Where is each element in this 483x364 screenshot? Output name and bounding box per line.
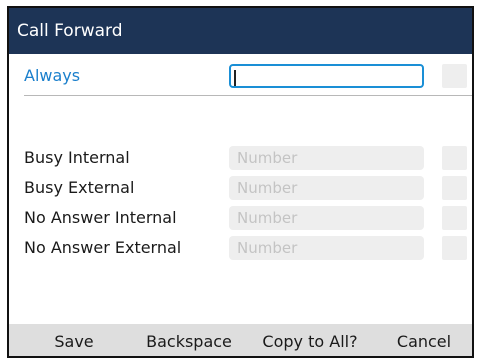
busy-internal-label: Busy Internal — [24, 148, 130, 167]
phone-screen: Call Forward Always Busy Internal Number… — [7, 6, 474, 358]
text-cursor — [234, 69, 236, 86]
softkey-bar: Save Backspace Copy to All? Cancel — [9, 324, 472, 356]
row-busy-internal: Busy Internal Number — [9, 143, 472, 173]
no-answer-external-number-field[interactable]: Number — [229, 236, 424, 260]
row-no-answer-internal: No Answer Internal Number — [9, 203, 472, 233]
no-answer-external-placeholder: Number — [237, 239, 298, 257]
busy-internal-number-field[interactable]: Number — [229, 146, 424, 170]
busy-external-label: Busy External — [24, 178, 135, 197]
copy-to-all-softkey[interactable]: Copy to All? — [257, 324, 363, 356]
row-always: Always — [9, 61, 472, 91]
cancel-softkey[interactable]: Cancel — [388, 324, 460, 356]
no-answer-internal-label: No Answer Internal — [24, 208, 177, 227]
no-answer-internal-placeholder: Number — [237, 209, 298, 227]
busy-external-toggle-checkbox[interactable] — [442, 176, 467, 200]
busy-external-placeholder: Number — [237, 179, 298, 197]
no-answer-external-toggle-checkbox[interactable] — [442, 236, 467, 260]
no-answer-internal-toggle-checkbox[interactable] — [442, 206, 467, 230]
busy-external-number-field[interactable]: Number — [229, 176, 424, 200]
always-toggle-checkbox[interactable] — [442, 64, 467, 88]
no-answer-internal-number-field[interactable]: Number — [229, 206, 424, 230]
page-title: Call Forward — [9, 8, 472, 54]
always-number-field[interactable] — [229, 64, 424, 88]
save-softkey[interactable]: Save — [39, 324, 109, 356]
busy-internal-placeholder: Number — [237, 149, 298, 167]
always-label: Always — [24, 66, 81, 85]
busy-internal-toggle-checkbox[interactable] — [442, 146, 467, 170]
divider — [24, 95, 472, 96]
row-busy-external: Busy External Number — [9, 173, 472, 203]
row-no-answer-external: No Answer External Number — [9, 233, 472, 263]
backspace-softkey[interactable]: Backspace — [139, 324, 239, 356]
no-answer-external-label: No Answer External — [24, 238, 182, 257]
